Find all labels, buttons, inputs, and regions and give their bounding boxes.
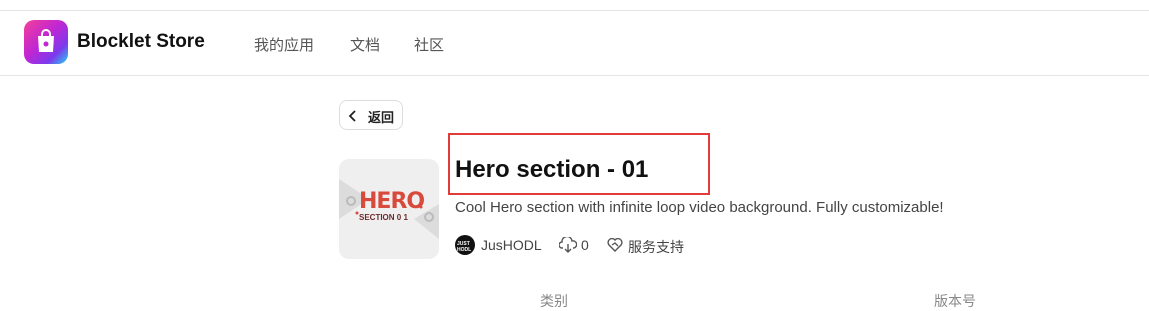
blocklet-thumbnail: HERO SECTION 0 1 [339,159,439,259]
nav-community[interactable]: 社区 [414,34,444,55]
brand-name[interactable]: Blocklet Store [77,31,205,53]
blocklet-description: Cool Hero section with infinite loop vid… [455,199,944,216]
category-label: 类别 [540,293,568,309]
cloud-download-icon [559,237,577,253]
chevron-left-icon [348,110,356,122]
avatar-text: JUST HODL [457,241,472,253]
nav-my-apps[interactable]: 我的应用 [254,34,314,55]
blocklet-title: Hero section - 01 [455,156,649,183]
shopping-bag-icon [38,29,54,52]
thumbnail-subtitle: SECTION 0 1 [359,213,408,222]
support-link[interactable]: 服务支持 [628,237,684,257]
thumbnail-title: HERO [359,189,425,214]
back-label: 返回 [368,110,395,125]
download-count: 0 [581,237,589,253]
author-name[interactable]: JusHODL [481,237,542,253]
store-logo[interactable] [24,20,68,64]
author-avatar[interactable]: JUST HODL [455,235,475,255]
header: Blocklet Store 我的应用 文档 社区 [0,11,1149,76]
version-label: 版本号 [934,293,976,309]
back-button[interactable]: 返回 [339,100,403,130]
nav-docs[interactable]: 文档 [350,34,380,55]
handshake-heart-icon [607,238,623,252]
